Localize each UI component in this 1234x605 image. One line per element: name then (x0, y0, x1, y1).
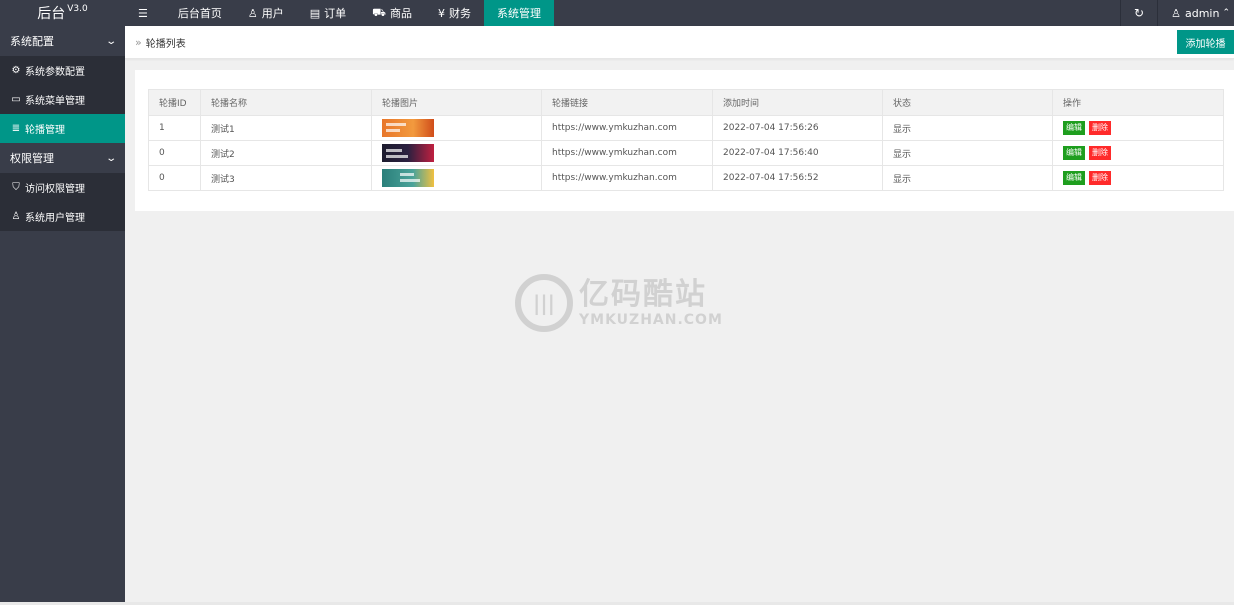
top-bar: 后台 V3.0 ☰ 后台首页 ♙ 用户 ▤ 订单 ⛟ 商品 ¥ 财务 系统管理 ↻ ♙ ad… (0, 0, 1234, 26)
edit-button[interactable]: 编辑 (1063, 146, 1085, 160)
gear-icon: ⚙ (11, 65, 21, 76)
sidebar-group-permissions[interactable]: 权限管理 ⌄ (0, 143, 125, 173)
nav-item-users[interactable]: ♙ 用户 (235, 0, 297, 26)
cell-id: 0 (148, 140, 201, 166)
delete-button[interactable]: 删除 (1089, 146, 1111, 160)
sidebar-item-system-menu[interactable]: ▭ 系统菜单管理 (0, 85, 125, 114)
top-nav: ☰ 后台首页 ♙ 用户 ▤ 订单 ⛟ 商品 ¥ 财务 系统管理 (125, 0, 1120, 26)
page-title: 轮播列表 (145, 38, 186, 50)
breadcrumb-bar: » 轮播列表 添加轮播 (125, 26, 1234, 59)
cell-name: 测试3 (200, 165, 372, 191)
refresh-button[interactable]: ↻ (1120, 0, 1157, 26)
cell-name: 测试2 (200, 140, 372, 166)
watermark-text-cn: 亿码酷站 (579, 277, 707, 312)
shield-icon: ⛉ (12, 182, 20, 193)
carousel-thumbnail[interactable] (382, 144, 434, 162)
logo-version: V3.0 (67, 4, 88, 14)
watermark: ||| 亿码酷站 YMKUZHAN.COM (515, 272, 735, 334)
user-name: admin (1184, 6, 1220, 20)
col-header-link: 轮播链接 (541, 89, 713, 116)
sidebar-item-system-users[interactable]: ♙ 系统用户管理 (0, 202, 125, 231)
cell-link: https://www.ymkuzhan.com (541, 140, 713, 166)
edit-button[interactable]: 编辑 (1063, 121, 1085, 135)
carousel-thumbnail[interactable] (382, 119, 434, 137)
edit-button[interactable]: 编辑 (1063, 171, 1085, 185)
table-header-row: 轮播ID 轮播名称 轮播图片 轮播链接 添加时间 状态 操作 (148, 89, 1224, 116)
col-header-status: 状态 (882, 89, 1053, 116)
col-header-id: 轮播ID (148, 89, 201, 116)
table-row: 0 测试3 https://www.ymkuzhan.com 2022-07-0… (148, 165, 1224, 191)
document-icon: ▤ (309, 6, 321, 20)
watermark-text-en: YMKUZHAN.COM (579, 312, 723, 328)
carousel-table: 轮播ID 轮播名称 轮播图片 轮播链接 添加时间 状态 操作 1 测试1 htt… (148, 89, 1224, 191)
cart-icon: ⛟ (372, 5, 386, 19)
hamburger-icon: ☰ (138, 6, 148, 20)
list-icon: ≣ (11, 123, 21, 134)
col-header-name: 轮播名称 (200, 89, 372, 116)
col-header-image: 轮播图片 (371, 89, 542, 116)
logo: 后台 V3.0 (0, 0, 125, 26)
top-nav-right: ↻ ♙ admin ⌃ (1120, 0, 1234, 26)
add-carousel-button[interactable]: 添加轮播 (1177, 30, 1234, 54)
window-icon: ▭ (11, 94, 21, 105)
breadcrumb: » 轮播列表 (125, 35, 186, 50)
table-card: 轮播ID 轮播名称 轮播图片 轮播链接 添加时间 状态 操作 1 测试1 htt… (135, 70, 1234, 211)
cell-image (371, 140, 542, 166)
col-header-time: 添加时间 (712, 89, 883, 116)
table-row: 1 测试1 https://www.ymkuzhan.com 2022-07-0… (148, 115, 1224, 141)
cell-status: 显示 (882, 140, 1053, 166)
cell-actions: 编辑 删除 (1052, 140, 1224, 166)
double-chevron-icon: » (135, 35, 142, 49)
cell-status: 显示 (882, 165, 1053, 191)
menu-toggle-button[interactable]: ☰ (125, 0, 165, 26)
user-icon: ♙ (247, 6, 258, 20)
cell-time: 2022-07-04 17:56:40 (712, 140, 883, 166)
sidebar: 系统配置 ⌄ ⚙ 系统参数配置 ▭ 系统菜单管理 ≣ 轮播管理 权限管理 ⌄ ⛉ 访问权… (0, 26, 125, 602)
chevron-down-icon: ⌄ (104, 35, 117, 47)
carousel-thumbnail[interactable] (382, 169, 434, 187)
table-row: 0 测试2 https://www.ymkuzhan.com 2022-07-0… (148, 140, 1224, 166)
delete-button[interactable]: 删除 (1089, 171, 1111, 185)
user-icon: ♙ (1171, 6, 1181, 20)
watermark-logo-icon: ||| (515, 274, 573, 332)
user-icon: ♙ (11, 211, 21, 222)
cell-image (371, 115, 542, 141)
col-header-actions: 操作 (1052, 89, 1224, 116)
nav-item-system[interactable]: 系统管理 (484, 0, 554, 26)
nav-item-home[interactable]: 后台首页 (165, 0, 235, 26)
cell-actions: 编辑 删除 (1052, 165, 1224, 191)
sidebar-item-carousel[interactable]: ≣ 轮播管理 (0, 114, 125, 143)
user-menu[interactable]: ♙ admin ⌃ (1157, 0, 1234, 26)
sidebar-item-system-params[interactable]: ⚙ 系统参数配置 (0, 56, 125, 85)
sidebar-group-system-config[interactable]: 系统配置 ⌄ (0, 26, 125, 56)
cell-link: https://www.ymkuzhan.com (541, 165, 713, 191)
nav-item-finance[interactable]: ¥ 财务 (425, 0, 484, 26)
cell-image (371, 165, 542, 191)
logo-title: 后台 (37, 6, 66, 22)
cell-time: 2022-07-04 17:56:52 (712, 165, 883, 191)
yen-icon: ¥ (438, 6, 445, 20)
nav-item-orders[interactable]: ▤ 订单 (297, 0, 359, 26)
sidebar-item-access-permissions[interactable]: ⛉ 访问权限管理 (0, 173, 125, 202)
nav-item-products[interactable]: ⛟ 商品 (359, 0, 425, 26)
refresh-icon: ↻ (1134, 6, 1145, 20)
chevron-up-icon: ⌃ (1222, 8, 1230, 18)
cell-actions: 编辑 删除 (1052, 115, 1224, 141)
cell-id: 0 (148, 165, 201, 191)
cell-status: 显示 (882, 115, 1053, 141)
cell-id: 1 (148, 115, 201, 141)
cell-link: https://www.ymkuzhan.com (541, 115, 713, 141)
delete-button[interactable]: 删除 (1089, 121, 1111, 135)
chevron-down-icon: ⌄ (104, 152, 117, 164)
cell-time: 2022-07-04 17:56:26 (712, 115, 883, 141)
cell-name: 测试1 (200, 115, 372, 141)
